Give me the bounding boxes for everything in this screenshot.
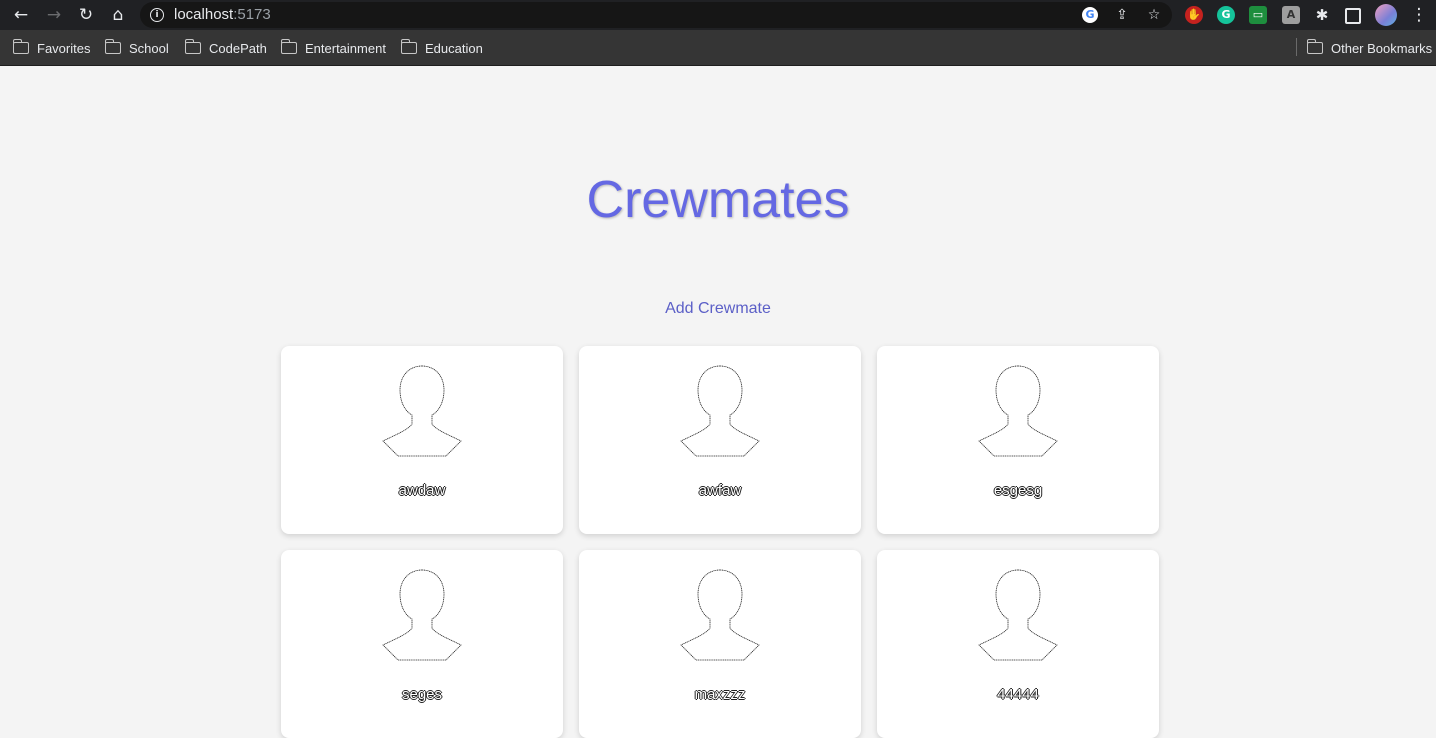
profile-avatar[interactable] [1375, 4, 1397, 26]
bookmarks-divider [1296, 38, 1297, 56]
crewmate-card[interactable]: awdaw [281, 346, 563, 534]
bookmark-label: Other Bookmarks [1331, 40, 1433, 56]
bookmark-star-icon[interactable]: ☆ [1144, 5, 1164, 25]
avatar-silhouette-icon [978, 365, 1058, 457]
crewmate-name: awdaw [398, 482, 446, 499]
avatar-silhouette-icon [680, 365, 760, 457]
site-info-icon[interactable]: i [150, 8, 164, 22]
reload-icon[interactable]: ↻ [75, 4, 97, 26]
add-crewmate-link[interactable]: Add Crewmate [0, 300, 1436, 318]
browser-toolbar: ← → ↻ ⌂ i localhost:5173 G ⇪ ☆ ✋ G ▭ A ✱… [0, 0, 1436, 30]
bookmark-school[interactable]: School [104, 39, 169, 57]
folder-icon [1306, 39, 1323, 54]
crewmate-card[interactable]: 44444 [877, 550, 1159, 738]
avatar-silhouette-icon [978, 569, 1058, 661]
crewmate-name: seges [401, 686, 443, 703]
folder-icon [280, 39, 297, 54]
page-title: Crewmates [586, 171, 850, 229]
folder-icon [104, 39, 121, 54]
adblock-extension-icon[interactable]: ✋ [1185, 6, 1203, 24]
bookmark-label: Entertainment [305, 40, 386, 56]
side-panel-icon[interactable] [1345, 8, 1361, 24]
bookmark-label: CodePath [209, 40, 267, 56]
folder-icon [12, 39, 29, 54]
avatar-silhouette-icon [382, 569, 462, 661]
bookmark-codepath[interactable]: CodePath [184, 39, 267, 57]
bookmark-label: School [129, 40, 169, 56]
crewmate-card[interactable]: awfaw [579, 346, 861, 534]
avatar-silhouette-icon [382, 365, 462, 457]
forward-arrow-icon[interactable]: → [43, 4, 65, 26]
home-icon[interactable]: ⌂ [107, 4, 129, 26]
bookmark-label: Education [425, 40, 483, 56]
grammarly-extension-icon[interactable]: G [1217, 6, 1235, 24]
folder-icon [184, 39, 201, 54]
bookmarks-bar: Favorites School CodePath Entertainment … [0, 30, 1436, 66]
crewmate-card[interactable]: esgesg [877, 346, 1159, 534]
crewmate-grid: awdaw awfaw esgesg seges maxzzz 44444 [281, 346, 1159, 738]
bookmark-favorites[interactable]: Favorites [12, 39, 91, 57]
extension-icon[interactable]: ▭ [1249, 6, 1267, 24]
bookmark-label: Favorites [37, 40, 91, 56]
bookmark-education[interactable]: Education [400, 39, 483, 57]
back-arrow-icon[interactable]: ← [10, 4, 32, 26]
crewmate-name: esgesg [993, 482, 1043, 499]
crewmate-card[interactable]: maxzzz [579, 550, 861, 738]
bookmark-entertainment[interactable]: Entertainment [280, 39, 386, 57]
crewmate-name: 44444 [997, 686, 1039, 703]
crewmate-name: awfaw [698, 482, 742, 499]
google-lens-icon[interactable]: G [1082, 7, 1098, 23]
crewmate-card[interactable]: seges [281, 550, 563, 738]
bookmark-other-bookmarks[interactable]: Other Bookmarks [1306, 39, 1433, 57]
url-port: :5173 [233, 6, 271, 23]
address-bar[interactable]: i localhost:5173 G ⇪ ☆ [140, 2, 1172, 28]
menu-kebab-icon[interactable]: ⋮ [1408, 4, 1430, 26]
url-host: localhost [174, 6, 234, 23]
avatar-silhouette-icon [680, 569, 760, 661]
folder-icon [400, 39, 417, 54]
url-text[interactable]: localhost:5173 [174, 6, 271, 23]
crewmate-name: maxzzz [694, 686, 746, 703]
extensions-puzzle-icon[interactable]: ✱ [1313, 6, 1331, 24]
translate-extension-icon[interactable]: A [1282, 6, 1300, 24]
share-icon[interactable]: ⇪ [1112, 5, 1132, 25]
